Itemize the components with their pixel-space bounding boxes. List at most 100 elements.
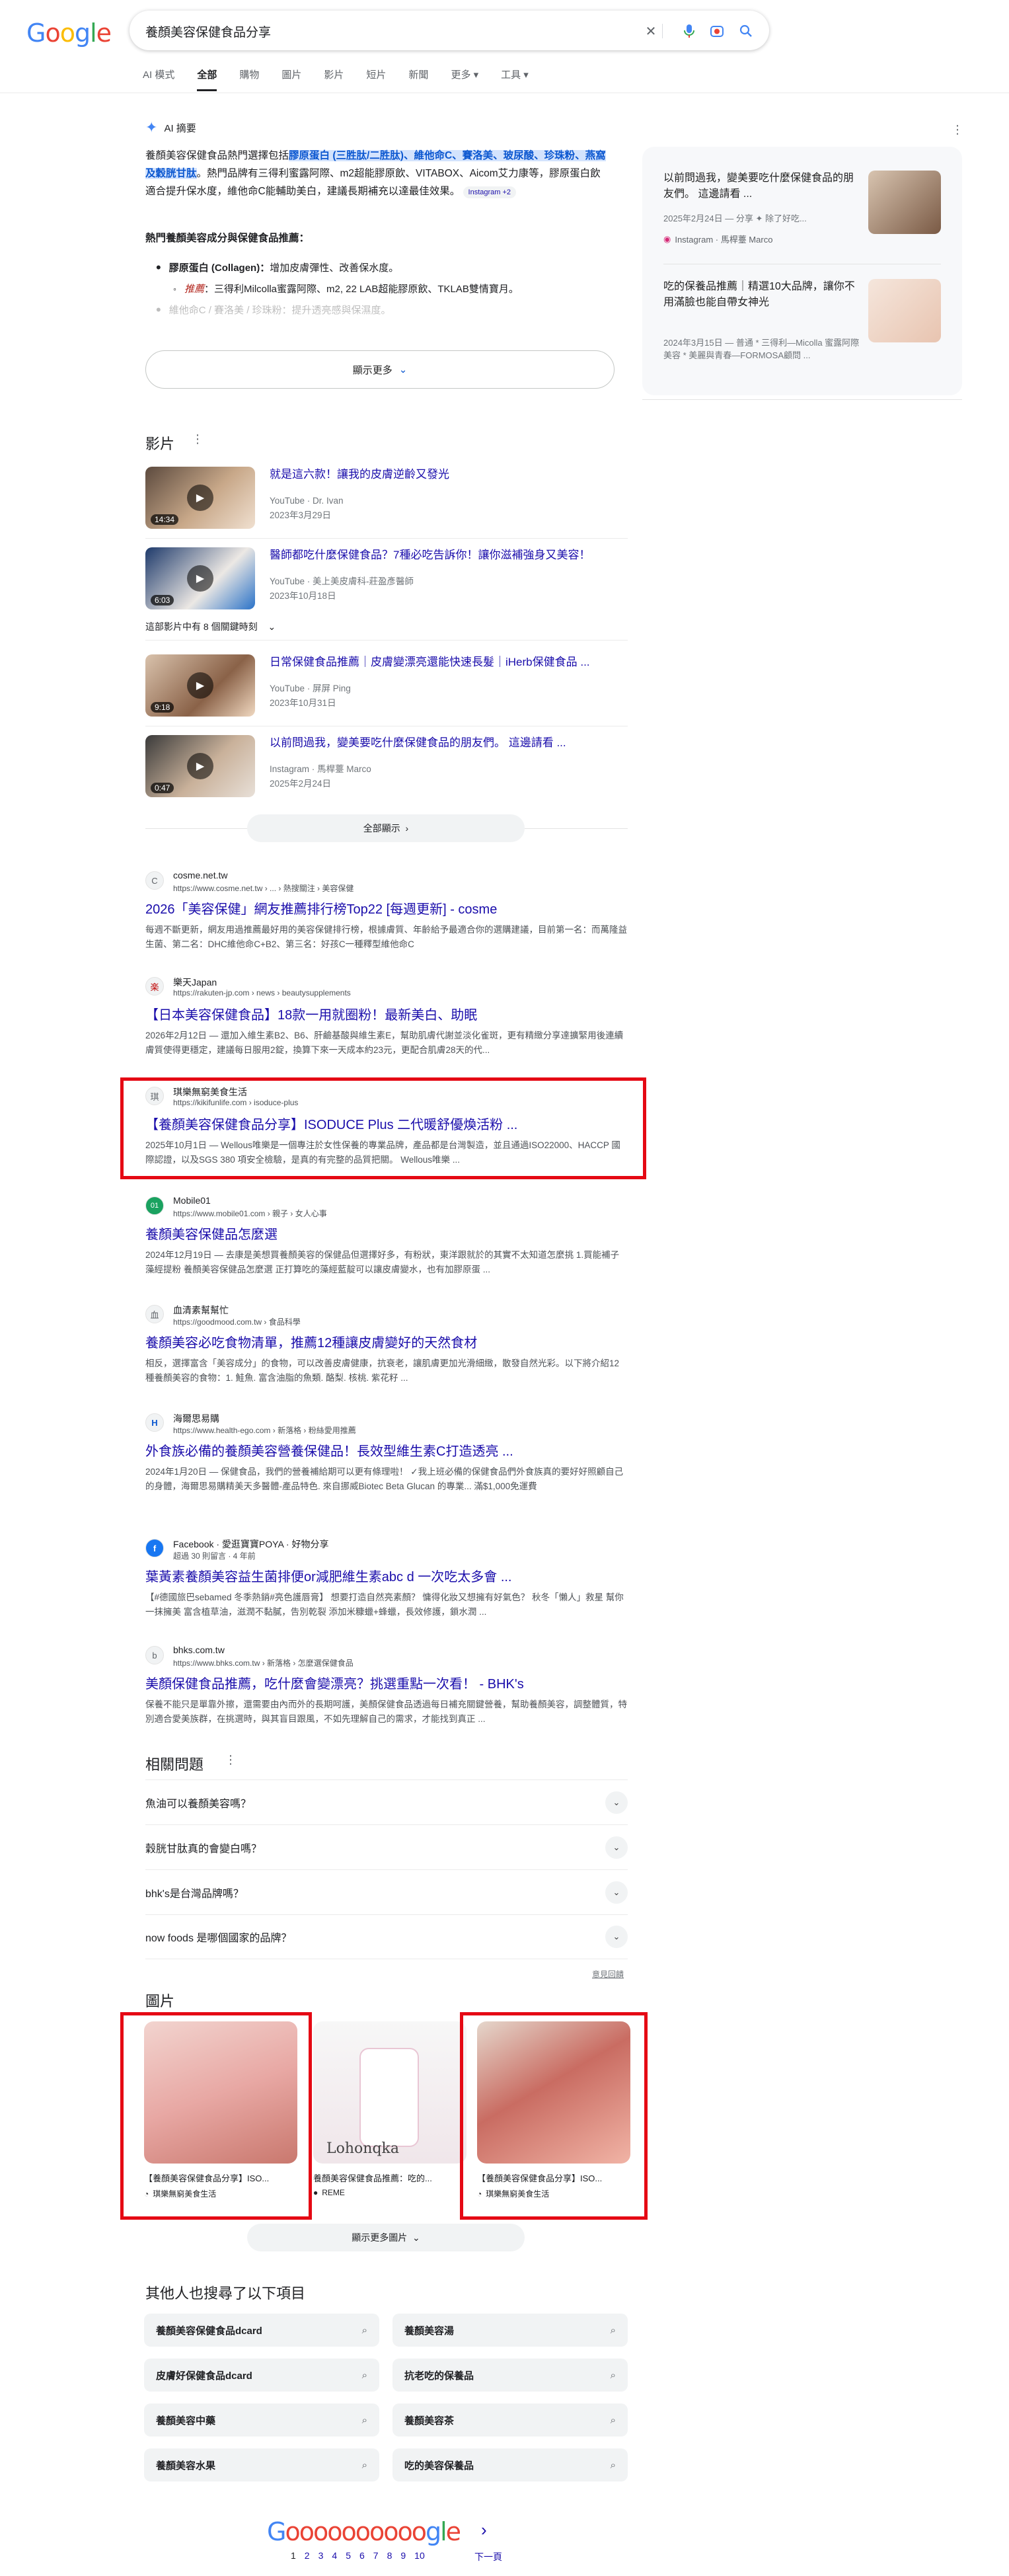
- key-moments[interactable]: 這部影片中有 8 個關鍵時刻 ⌄: [145, 620, 276, 633]
- video-title[interactable]: 日常保健食品推薦｜皮膚變漂亮還能快速長髮｜iHerb保健食品 ...: [270, 654, 613, 670]
- video-source: Instagram · 馬桿薹 Marco: [270, 764, 371, 774]
- video-item[interactable]: ▶ 6:03 醫師都吃什麼保健食品？7種必吃告訴你！讓你滋補強身又美容！ YouT…: [145, 547, 628, 611]
- search-icon[interactable]: [736, 21, 756, 41]
- paa-question[interactable]: 魚油可以養顏美容嗎？ ⌄: [145, 1779, 628, 1824]
- divider-line: [145, 828, 247, 829]
- google-logo[interactable]: Google: [26, 19, 112, 48]
- related-search-chip[interactable]: 養顏美容保健食品dcard ⌕: [144, 2314, 379, 2347]
- site-name: 樂天Japan: [173, 977, 217, 988]
- paa-question[interactable]: 穀胱甘肽真的會變白嗎？ ⌄: [145, 1824, 628, 1869]
- page-link[interactable]: 3: [318, 2550, 324, 2561]
- result-title[interactable]: 養顏美容必吃食物清單，推薦12種讓皮膚變好的天然食材: [145, 1334, 477, 1352]
- article-thumbnail[interactable]: [868, 279, 941, 342]
- ai-source-panel: 以前問過我，變美要吃什麼保健食品的朋友們。 這邊請看 ... 2025年2月24…: [642, 147, 962, 395]
- site-url: https://goodmood.com.tw › 食品科學: [173, 1317, 301, 1327]
- microphone-icon[interactable]: [679, 21, 699, 41]
- page-link[interactable]: 10: [414, 2550, 425, 2561]
- video-thumbnail[interactable]: ▶ 6:03: [145, 547, 255, 609]
- site-favicon: b: [145, 1646, 164, 1664]
- video-item[interactable]: ▶ 14:34 就是這六款！讓我的皮膚逆齡又發光 YouTube · Dr. Iv…: [145, 467, 628, 530]
- annotation-box: [460, 2012, 648, 2220]
- chevron-down-icon[interactable]: ⌄: [605, 1881, 628, 1904]
- tab-tools[interactable]: 工具 ▾: [501, 67, 529, 91]
- video-title[interactable]: 醫師都吃什麼保健食品？7種必吃告訴你！讓你滋補強身又美容！: [270, 547, 613, 563]
- chevron-down-icon[interactable]: ⌄: [605, 1836, 628, 1859]
- chevron-down-icon[interactable]: ⌄: [605, 1926, 628, 1948]
- related-search-chip[interactable]: 養顏美容水果 ⌕: [144, 2448, 379, 2481]
- video-title[interactable]: 以前問過我，變美要吃什麼保健食品的朋友們。 這邊請看 ...: [270, 735, 613, 751]
- result-snippet: 2024年1月20日 — 保健食品，我們的營養補給期可以更有條理啦！ ✓我上班必…: [145, 1467, 624, 1491]
- more-options-icon[interactable]: ⋮: [225, 1753, 237, 1767]
- search-input[interactable]: 養顏美容保健食品分享: [145, 22, 271, 40]
- show-all-button[interactable]: 全部顯示 ›: [247, 814, 525, 842]
- site-name: bhks.com.tw: [173, 1645, 225, 1655]
- chevron-down-icon[interactable]: ⌄: [605, 1791, 628, 1814]
- paa-question[interactable]: now foods 是哪個國家的品牌？ ⌄: [145, 1914, 628, 1959]
- result-title[interactable]: 【日本美容保健食品】18款一用就圈粉！最新美白、助眠: [145, 1006, 477, 1025]
- result-title[interactable]: 養顏美容保健品怎麼選: [145, 1226, 278, 1244]
- related-search-chip[interactable]: 養顏美容茶 ⌕: [392, 2403, 628, 2437]
- video-thumbnail[interactable]: ▶ 0:47: [145, 735, 255, 797]
- image-result[interactable]: Lohonqka 養顏美容保健食品推薦：吃的... ● REME: [313, 2021, 467, 2197]
- lens-icon[interactable]: [707, 21, 727, 41]
- related-title: 其他人也搜尋了以下項目: [145, 2285, 306, 2302]
- page-link[interactable]: 9: [400, 2550, 406, 2561]
- related-search-chip[interactable]: 吃的美容保養品 ⌕: [392, 2448, 628, 2481]
- video-item[interactable]: ▶ 9:18 日常保健食品推薦｜皮膚變漂亮還能快速長髮｜iHerb保健食品 ...…: [145, 654, 628, 718]
- site-url: https://www.mobile01.com › 親子 › 女人心事: [173, 1209, 327, 1218]
- page-link[interactable]: 7: [373, 2550, 379, 2561]
- page-link[interactable]: 8: [387, 2550, 392, 2561]
- feedback-link[interactable]: 意見回饋: [592, 1969, 624, 1980]
- image-caption[interactable]: 養顏美容保健食品推薦：吃的...: [313, 2171, 459, 2184]
- source-card[interactable]: 以前問過我，變美要吃什麼保健食品的朋友們。 這邊請看 ... 2025年2月24…: [655, 159, 949, 261]
- page-current: 1: [291, 2550, 296, 2561]
- search-divider: [662, 24, 663, 38]
- search-icon: ⌕: [361, 2459, 367, 2471]
- videos-title: 影片: [145, 436, 175, 452]
- site-favicon: C: [145, 871, 164, 890]
- source-card-title[interactable]: 吃的保養品推薦｜精選10大品牌，讓你不用滿臉也能自帶女神光: [663, 279, 862, 311]
- page-link[interactable]: 4: [332, 2550, 337, 2561]
- show-more-button[interactable]: 顯示更多 ⌄: [145, 350, 615, 389]
- tab-news[interactable]: 新聞: [408, 67, 428, 91]
- video-thumbnail[interactable]: ▶ 9:18: [145, 654, 255, 717]
- result-title[interactable]: 外食族必備的養顏美容營養保健品！長效型維生素C打造透亮 ...: [145, 1442, 513, 1461]
- source-card[interactable]: 吃的保養品推薦｜精選10大品牌，讓你不用滿臉也能自帶女神光 2024年3月15日…: [655, 267, 949, 370]
- related-search-chip[interactable]: 養顏美容中藥 ⌕: [144, 2403, 379, 2437]
- next-arrow-icon[interactable]: ›: [481, 2520, 487, 2540]
- tab-all[interactable]: 全部: [197, 67, 217, 91]
- source-card-title[interactable]: 以前問過我，變美要吃什麼保健食品的朋友們。 這邊請看 ...: [663, 171, 862, 202]
- image-thumbnail[interactable]: Lohonqka: [313, 2021, 467, 2164]
- tab-videos[interactable]: 影片: [324, 67, 344, 91]
- tab-images[interactable]: 圖片: [281, 67, 301, 91]
- related-search-chip[interactable]: 養顏美容湯 ⌕: [392, 2314, 628, 2347]
- result-title[interactable]: 葉黃素養顏美容益生菌排便or減肥維生素abc d 一次吃太多會 ...: [145, 1568, 512, 1586]
- next-page-link[interactable]: 下一頁: [474, 2550, 502, 2563]
- result-snippet: 【#德國旅巴sebamed 冬季熱銷#亮色護唇膏】 想要打造自然亮素顏？ 慵得化…: [145, 1592, 624, 1617]
- related-search-chip[interactable]: 皮膚好保健食品dcard ⌕: [144, 2359, 379, 2392]
- more-options-icon[interactable]: ⋮: [192, 432, 204, 446]
- page-link[interactable]: 2: [305, 2550, 310, 2561]
- tab-shopping[interactable]: 購物: [239, 67, 259, 91]
- search-result: 血 血清素幫幫忙 https://goodmood.com.tw › 食品科學 …: [145, 1304, 628, 1383]
- result-title[interactable]: 2026「美容保健」網友推薦排行榜Top22 [每週更新] - cosme: [145, 900, 497, 919]
- clear-icon[interactable]: ✕: [641, 21, 661, 41]
- video-thumbnail[interactable]: [868, 171, 941, 234]
- page-link[interactable]: 5: [346, 2550, 351, 2561]
- source-pill[interactable]: Instagram +2: [463, 186, 517, 198]
- more-options-icon[interactable]: ⋮: [952, 123, 963, 137]
- tab-ai-mode[interactable]: AI 模式: [143, 67, 174, 91]
- related-search-chip[interactable]: 抗老吃的保養品 ⌕: [392, 2359, 628, 2392]
- tab-more[interactable]: 更多 ▾: [451, 67, 478, 91]
- video-thumbnail[interactable]: ▶ 14:34: [145, 467, 255, 529]
- show-more-images-button[interactable]: 顯示更多圖片 ⌄: [247, 2224, 525, 2251]
- video-source: YouTube · 美上美皮膚科-莊盈彥醫師: [270, 576, 414, 586]
- video-item[interactable]: ▶ 0:47 以前問過我，變美要吃什麼保健食品的朋友們。 這邊請看 ... Ins…: [145, 735, 628, 799]
- paa-question[interactable]: bhk's是台灣品牌嗎？ ⌄: [145, 1869, 628, 1914]
- video-title[interactable]: 就是這六款！讓我的皮膚逆齡又發光: [270, 467, 613, 483]
- bullet-text: 增加皮膚彈性、改善保水度。: [270, 262, 399, 274]
- search-tabs: AI 模式 全部 購物 圖片 影片 短片 新聞 更多 ▾ 工具 ▾: [143, 67, 529, 91]
- tab-shorts[interactable]: 短片: [366, 67, 386, 91]
- result-title[interactable]: 美顏保健食品推薦，吃什麼會變漂亮？挑選重點一次看！ - BHK's: [145, 1675, 524, 1694]
- page-link[interactable]: 6: [359, 2550, 365, 2561]
